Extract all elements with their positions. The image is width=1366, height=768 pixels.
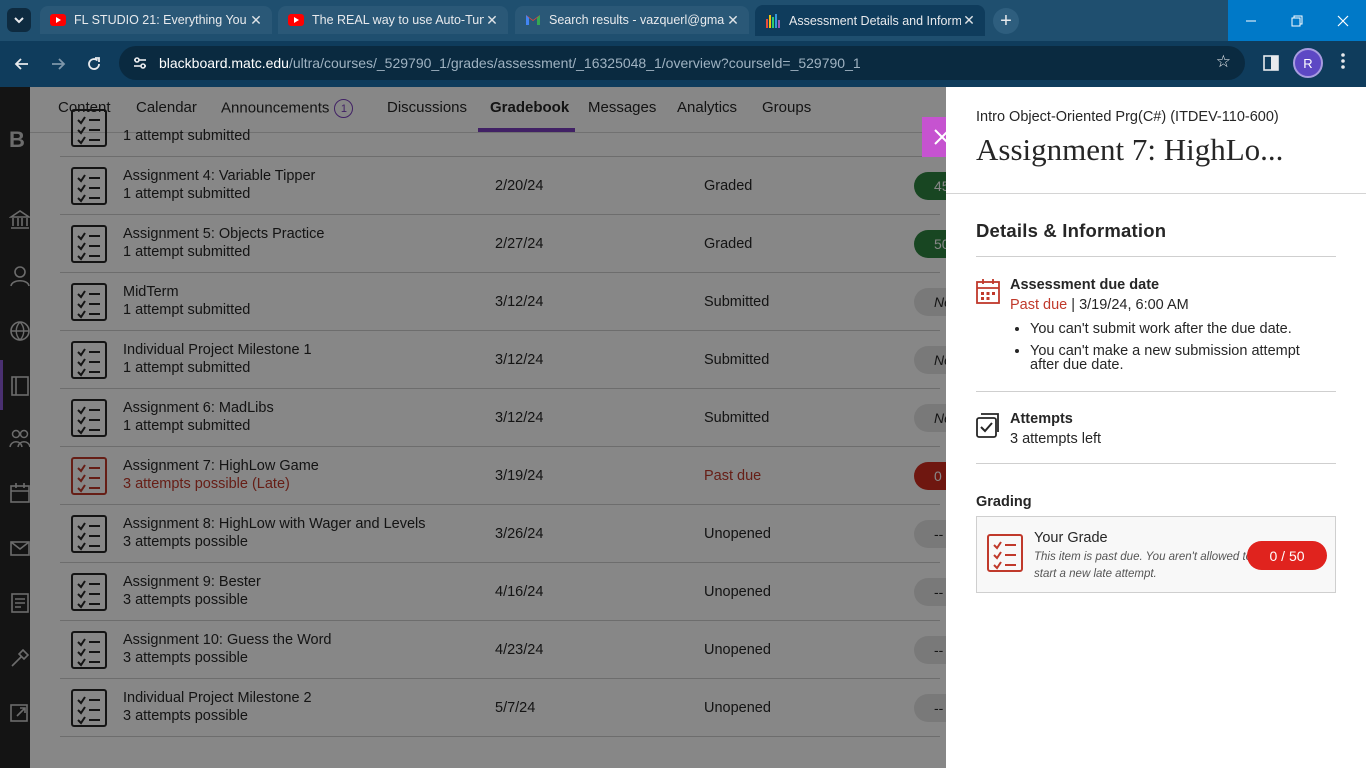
arrow-right-icon	[52, 58, 66, 70]
forward-button[interactable]	[44, 50, 72, 78]
close-icon	[1337, 15, 1349, 26]
grade-note: This item is past due. You aren't allowe…	[1034, 551, 1253, 580]
calendar-due-icon	[976, 279, 1000, 304]
course-name: Intro Object-Oriented Prg(C#) (ITDEV-110…	[976, 109, 1279, 125]
due-date-heading: Assessment due date	[1010, 277, 1160, 293]
due-date-value: 3/19/24, 6:00 AM	[1079, 297, 1189, 313]
browser-tab-bar: FL STUDIO 21: Everything You N ✕ The REA…	[0, 0, 1366, 41]
tab-title: Assessment Details and Informa	[789, 13, 961, 28]
your-grade-label: Your Grade	[1034, 530, 1108, 546]
tab-title: The REAL way to use Auto-Tune	[312, 13, 484, 27]
tab-assessment-details[interactable]: Assessment Details and Informa ✕	[755, 5, 985, 36]
more-vert-icon	[1341, 53, 1345, 69]
section-title: Details & Information	[976, 220, 1167, 241]
your-grade-card: Your Grade This item is past due. You ar…	[976, 516, 1336, 593]
due-separator: |	[1067, 297, 1080, 313]
tab-title: FL STUDIO 21: Everything You N	[74, 13, 248, 27]
attempts-heading: Attempts	[1010, 411, 1073, 427]
url-host: blackboard.matc.edu	[159, 55, 289, 71]
minimize-button[interactable]	[1228, 0, 1274, 41]
arrow-left-icon	[14, 58, 28, 70]
past-due-label: Past due	[1010, 297, 1068, 313]
due-notes-list: You can't submit work after the due date…	[1030, 322, 1330, 380]
side-panel-button[interactable]	[1261, 53, 1281, 73]
tab-search-button[interactable]	[7, 8, 31, 32]
due-date-line: Past due | 3/19/24, 6:00 AM	[1010, 297, 1189, 313]
window-controls	[1228, 0, 1366, 41]
close-icon[interactable]: ✕	[725, 12, 741, 29]
profile-avatar[interactable]: R	[1293, 48, 1323, 78]
list-item: You can't submit work after the due date…	[1030, 322, 1330, 337]
youtube-icon	[288, 14, 304, 26]
reload-icon	[88, 57, 100, 70]
site-info-icon[interactable]	[131, 54, 149, 72]
blackboard-icon	[766, 13, 780, 28]
close-icon[interactable]: ✕	[484, 12, 500, 29]
url-path: /ultra/courses/_529790_1/grades/assessme…	[288, 55, 861, 71]
back-button[interactable]	[8, 50, 36, 78]
grade-value-pill[interactable]: 0 / 50	[1247, 541, 1327, 570]
close-icon[interactable]: ✕	[248, 12, 264, 29]
address-bar[interactable]: blackboard.matc.edu/ultra/courses/_52979…	[119, 46, 1245, 80]
profile-initial: R	[1303, 55, 1313, 71]
tab-gmail[interactable]: Search results - vazquerl@gmai ✕	[515, 6, 749, 34]
tab-title: Search results - vazquerl@gmai	[549, 13, 725, 27]
header-divider	[946, 193, 1366, 194]
tab-fl-studio[interactable]: FL STUDIO 21: Everything You N ✕	[40, 6, 272, 34]
list-item: You can't make a new submission attempt …	[1030, 344, 1330, 373]
new-tab-button[interactable]: +	[993, 8, 1019, 34]
reload-button[interactable]	[80, 50, 108, 78]
divider	[976, 391, 1336, 392]
url-text: blackboard.matc.edu/ultra/courses/_52979…	[159, 55, 861, 71]
attempts-left: 3 attempts left	[1010, 431, 1102, 447]
close-window-button[interactable]	[1320, 0, 1366, 41]
close-icon[interactable]: ✕	[961, 12, 977, 29]
bookmark-star-icon[interactable]: ☆	[1216, 52, 1231, 72]
divider	[976, 463, 1336, 464]
tab-autotune[interactable]: The REAL way to use Auto-Tune ✕	[278, 6, 508, 34]
side-panel-icon	[1263, 55, 1279, 71]
divider	[976, 256, 1336, 257]
youtube-icon	[50, 14, 66, 26]
chevron-down-icon	[14, 17, 24, 24]
grading-title: Grading	[976, 494, 1032, 510]
assessment-details-panel: Intro Object-Oriented Prg(C#) (ITDEV-110…	[946, 87, 1366, 768]
modal-backdrop[interactable]	[0, 87, 946, 768]
page: B Content Calendar Announcements 1 Discus…	[0, 87, 1366, 768]
gmail-icon	[526, 15, 540, 25]
assignment-late-icon	[987, 534, 1023, 572]
restore-button[interactable]	[1274, 0, 1320, 41]
panel-title: Assignment 7: HighLo...	[976, 132, 1284, 167]
browser-toolbar: blackboard.matc.edu/ultra/courses/_52979…	[0, 41, 1366, 87]
minimize-icon	[1246, 20, 1256, 21]
attempts-checkbox-icon	[976, 413, 999, 438]
browser-menu-button[interactable]	[1333, 52, 1353, 74]
restore-icon	[1291, 15, 1303, 26]
